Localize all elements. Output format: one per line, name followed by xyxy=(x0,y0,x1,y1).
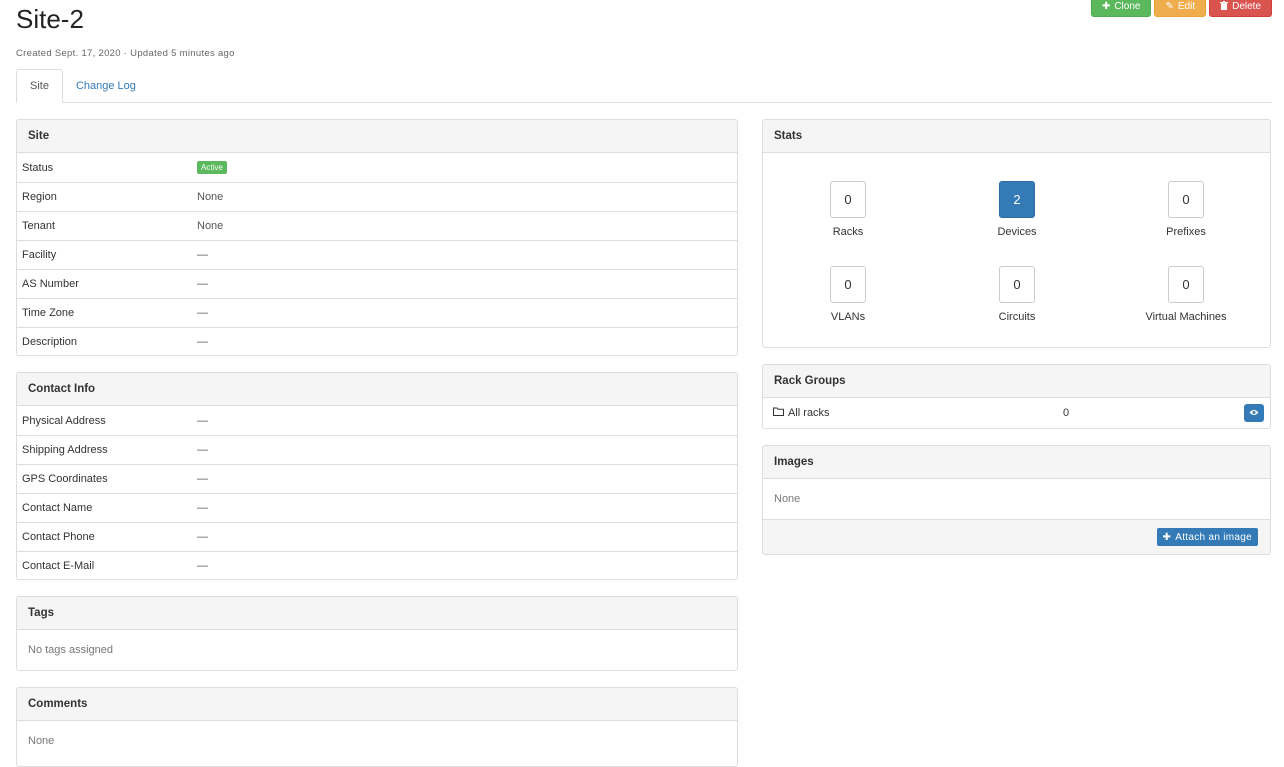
comments-panel-heading: Comments xyxy=(17,688,737,721)
stat-label: Prefixes xyxy=(1166,226,1206,238)
contact-row-contact-phone: Contact Phone — xyxy=(17,522,737,551)
stat-label: Virtual Machines xyxy=(1145,311,1227,323)
rack-groups-panel-heading: Rack Groups xyxy=(763,365,1270,398)
row-value: — xyxy=(197,502,208,514)
view-rack-group-button[interactable] xyxy=(1244,404,1264,422)
rack-group-count: 0 xyxy=(1063,407,1070,419)
status-badge: Active xyxy=(197,161,227,174)
attach-image-button[interactable]: ✚ Attach an image xyxy=(1156,528,1258,546)
site-row-description: Description — xyxy=(17,327,737,355)
stats-panel-heading: Stats xyxy=(763,120,1270,153)
row-value: — xyxy=(197,278,208,290)
contact-row-contact-email: Contact E-Mail — xyxy=(17,551,737,579)
comments-text: None xyxy=(28,735,55,747)
contact-row-gps-coordinates: GPS Coordinates — xyxy=(17,464,737,493)
row-key: Status xyxy=(22,161,54,174)
site-row-tenant: Tenant None xyxy=(17,211,737,240)
row-key: Facility xyxy=(22,249,57,261)
eye-icon xyxy=(1249,407,1259,419)
tags-empty-text: No tags assigned xyxy=(28,644,113,656)
row-key: Contact Phone xyxy=(22,531,95,543)
contact-row-contact-name: Contact Name — xyxy=(17,493,737,522)
virtual-machines-count-button[interactable]: 0 xyxy=(1168,266,1204,303)
images-empty-text: None xyxy=(774,493,801,505)
site-panel: Site Status Active Region None Tenant No… xyxy=(16,119,738,356)
delete-button[interactable]: Delete xyxy=(1209,0,1272,17)
stat-label: Devices xyxy=(997,226,1037,238)
tab-bar: Site Change Log xyxy=(16,69,1272,103)
tags-panel: Tags No tags assigned xyxy=(16,596,738,671)
prefixes-count-button[interactable]: 0 xyxy=(1168,181,1204,218)
tags-panel-heading: Tags xyxy=(17,597,737,630)
attach-image-label: Attach an image xyxy=(1175,531,1252,543)
row-value: None xyxy=(197,220,224,232)
racks-count-button[interactable]: 0 xyxy=(830,181,866,218)
comments-panel: Comments None xyxy=(16,687,738,767)
clone-button[interactable]: ✚ Clone xyxy=(1090,0,1152,17)
row-key: Physical Address xyxy=(22,414,106,427)
row-key: AS Number xyxy=(22,278,79,290)
images-panel-heading: Images xyxy=(763,446,1270,479)
pencil-icon: ✎ xyxy=(1165,1,1174,12)
rack-group-row: All racks 0 xyxy=(763,398,1270,428)
circuits-count-button[interactable]: 0 xyxy=(999,266,1035,303)
stat-devices: 2 Devices xyxy=(932,181,1102,238)
page-title: Site-2 xyxy=(16,4,84,34)
contact-info-panel: Contact Info Physical Address — Shipping… xyxy=(16,372,738,580)
row-key: Contact E-Mail xyxy=(22,560,95,572)
site-row-as-number: AS Number — xyxy=(17,269,737,298)
row-key: Time Zone xyxy=(22,307,75,319)
images-panel-footer: ✚ Attach an image xyxy=(763,519,1270,554)
stat-virtual-machines: 0 Virtual Machines xyxy=(1101,266,1270,323)
site-row-time-zone: Time Zone — xyxy=(17,298,737,327)
clone-label: Clone xyxy=(1114,1,1141,12)
plus-icon: ✚ xyxy=(1101,1,1111,12)
stat-label: Circuits xyxy=(998,311,1036,323)
row-value: — xyxy=(197,531,208,543)
folder-icon xyxy=(773,407,784,419)
row-value: — xyxy=(197,249,208,261)
stat-circuits: 0 Circuits xyxy=(932,266,1102,323)
row-key: GPS Coordinates xyxy=(22,473,108,485)
row-key: Region xyxy=(22,191,57,203)
page-subtitle: Created Sept. 17, 2020 · Updated 5 minut… xyxy=(16,48,235,59)
site-row-region: Region None xyxy=(17,182,737,211)
stat-label: Racks xyxy=(832,226,864,238)
action-buttons: ✚ Clone ✎ Edit Delete xyxy=(1090,0,1272,17)
row-key: Description xyxy=(22,336,78,348)
stat-prefixes: 0 Prefixes xyxy=(1101,181,1270,238)
site-row-status: Status Active xyxy=(17,153,737,182)
rack-group-label[interactable]: All racks xyxy=(788,407,830,419)
tab-site[interactable]: Site xyxy=(16,69,63,103)
vlans-count-button[interactable]: 0 xyxy=(830,266,866,303)
stat-racks: 0 Racks xyxy=(763,181,933,238)
contact-row-shipping-address: Shipping Address — xyxy=(17,435,737,464)
site-panel-heading: Site xyxy=(17,120,737,153)
row-value: — xyxy=(197,336,208,348)
row-value: — xyxy=(197,414,208,427)
stat-label: VLANs xyxy=(830,311,866,323)
tab-change-log[interactable]: Change Log xyxy=(63,69,149,103)
row-value: — xyxy=(197,444,208,456)
trash-icon xyxy=(1220,0,1229,13)
row-key: Tenant xyxy=(22,220,56,232)
stat-vlans: 0 VLANs xyxy=(763,266,933,323)
contact-panel-heading: Contact Info xyxy=(17,373,737,406)
row-key: Shipping Address xyxy=(22,444,108,456)
row-value: — xyxy=(197,473,208,485)
edit-button[interactable]: ✎ Edit xyxy=(1154,0,1207,17)
devices-count-button[interactable]: 2 xyxy=(999,181,1035,218)
row-key: Contact Name xyxy=(22,502,93,514)
row-value: — xyxy=(197,307,208,319)
site-row-facility: Facility — xyxy=(17,240,737,269)
plus-icon: ✚ xyxy=(1162,531,1172,543)
images-panel: Images None ✚ Attach an image xyxy=(762,445,1271,555)
row-value: — xyxy=(197,560,208,572)
stats-panel: Stats 0 Racks 2 Devices 0 Prefixes 0 VLA… xyxy=(762,119,1271,348)
edit-label: Edit xyxy=(1177,1,1196,12)
contact-row-physical-address: Physical Address — xyxy=(17,406,737,435)
row-value: None xyxy=(197,191,224,203)
delete-label: Delete xyxy=(1232,1,1261,12)
rack-groups-panel: Rack Groups All racks 0 xyxy=(762,364,1271,429)
